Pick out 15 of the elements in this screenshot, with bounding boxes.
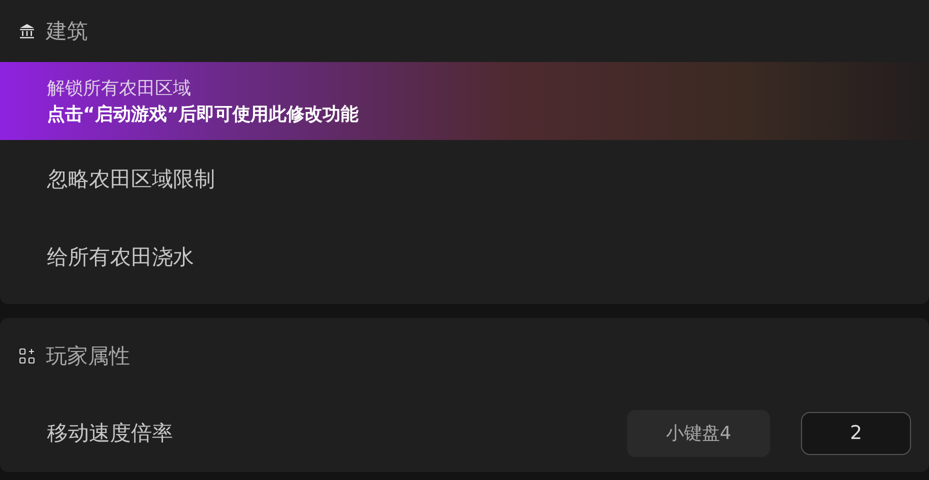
option-row[interactable]: 给所有农田浇水 [0,218,929,296]
hotkey-button[interactable]: 小键盘4 [627,410,770,456]
option-row[interactable]: 忽略农田区域限制 [0,140,929,218]
section-title: 建筑 [46,18,88,45]
option-label: 解锁所有农田区域 [47,77,192,100]
option-label: 忽略农田区域限制 [47,166,216,193]
option-row[interactable]: 移动速度倍率 小键盘4 2 [0,394,929,472]
option-hint: 点击“启动游戏”后即可使用此修改功能 [47,103,360,126]
option-row[interactable]: 解锁所有农田区域 点击“启动游戏”后即可使用此修改功能 [0,62,929,140]
section-title: 玩家属性 [46,343,130,370]
value-input[interactable]: 2 [801,412,911,454]
building-icon [19,23,35,39]
option-label: 移动速度倍率 [47,420,174,447]
option-label: 给所有农田浇水 [47,244,195,271]
apps-icon [19,348,35,364]
